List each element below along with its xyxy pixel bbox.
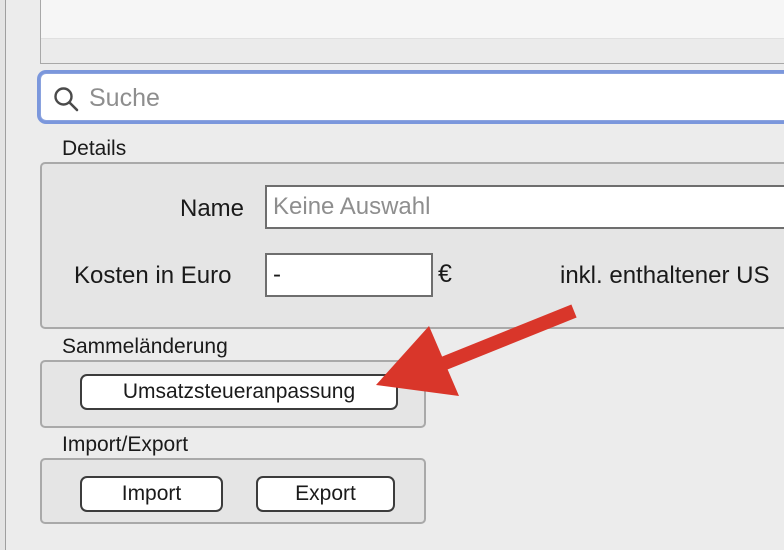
import-export-section-label: Import/Export (62, 433, 189, 456)
search-focus-ring (37, 70, 784, 124)
list-row[interactable] (41, 38, 784, 63)
search-field[interactable] (40, 73, 784, 121)
details-section-label: Details (62, 137, 127, 160)
name-label: Name (180, 195, 245, 222)
import-button[interactable]: Import (80, 476, 223, 512)
vat-included-label: inkl. enthaltener US (560, 262, 770, 289)
search-icon (54, 87, 79, 112)
cost-label: Kosten in Euro (74, 262, 232, 289)
cost-field[interactable] (265, 253, 433, 297)
name-field[interactable] (265, 185, 784, 229)
vat-adjustment-button[interactable]: Umsatzsteueranpassung (80, 374, 398, 410)
top-list-view[interactable] (40, 0, 784, 64)
search-input[interactable] (89, 80, 784, 116)
window-left-edge (0, 0, 6, 550)
currency-symbol: € (438, 260, 452, 288)
details-group-box: Name Kosten in Euro € inkl. enthaltener … (40, 162, 784, 329)
bulk-change-group-box: Umsatzsteueranpassung (40, 360, 426, 428)
bulk-change-section-label: Sammeländerung (62, 335, 228, 358)
export-button[interactable]: Export (256, 476, 395, 512)
import-export-group-box: Import Export (40, 458, 426, 524)
